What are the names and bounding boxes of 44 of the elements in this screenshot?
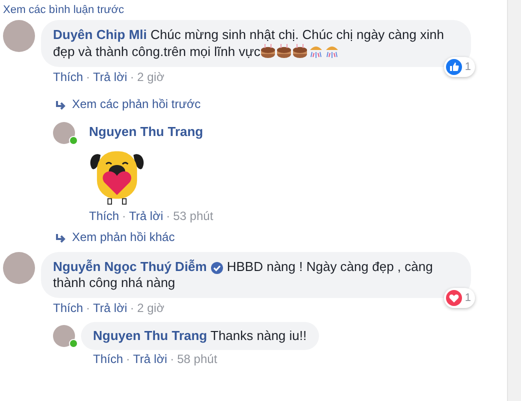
separator: · [122, 209, 126, 224]
like-link[interactable]: Thích [53, 70, 84, 85]
avatar-photo[interactable] [3, 20, 35, 52]
avatar-photo[interactable] [53, 325, 75, 347]
separator: · [86, 70, 90, 85]
avatar-photo[interactable] [3, 252, 35, 284]
like-link[interactable]: Thích [89, 209, 120, 224]
separator: · [130, 70, 134, 85]
view-replies-link[interactable]: Xem phản hồi khác [72, 230, 175, 245]
separator: · [130, 301, 134, 316]
avatar-photo[interactable] [53, 122, 75, 144]
view-previous-comments-link[interactable]: Xem các bình luận trước [3, 4, 124, 16]
comment-text: Nguyen Thu Trang Thanks nàng iu!! [93, 328, 307, 344]
timestamp: 58 phút [177, 352, 218, 367]
verified-badge-icon [210, 262, 223, 274]
reaction-number: 1 [464, 291, 471, 305]
commenter-name[interactable]: Nguyen Thu Trang [93, 328, 208, 343]
cake-icon [260, 43, 276, 58]
reply-link[interactable]: Trả lời [129, 209, 164, 224]
separator: · [170, 352, 174, 367]
reply-arrow-icon [55, 232, 66, 244]
comment-text: Nguyễn Ngọc Thuý Diễm HBBD nàng ! Ngày càng đẹp , càng thành công nhá nàng [53, 259, 434, 291]
reply-arrow-icon [55, 98, 66, 110]
reaction-number: 1 [464, 60, 471, 74]
reply-link[interactable]: Trả lời [93, 301, 128, 316]
scrollbar[interactable] [507, 0, 521, 401]
commenter-name[interactable]: Duyên Chip Mli [53, 27, 147, 42]
timestamp: 53 phút [173, 209, 214, 224]
like-link[interactable]: Thích [93, 352, 124, 367]
commenter-name[interactable]: Nguyen Thu Trang [89, 122, 204, 142]
commenter-name[interactable]: Nguyễn Ngọc Thuý Diễm [53, 259, 207, 274]
cake-icon [276, 43, 292, 58]
reply-link[interactable]: Trả lời [93, 70, 128, 85]
cake-icon [292, 43, 308, 58]
timestamp: 2 giờ [137, 301, 164, 316]
comment-text: Duyên Chip Mli Chúc mừng sinh nhật chị. Chúc chị ngày càng xinh đẹp và thành công.trên mọi lĩnh vực [53, 27, 445, 60]
timestamp: 2 giờ [137, 70, 164, 85]
separator: · [166, 209, 170, 224]
view-replies-link[interactable]: Xem các phản hồi trước [72, 97, 201, 112]
separator: · [126, 352, 130, 367]
thumbs-up-icon [446, 59, 462, 75]
reply-link[interactable]: Trả lời [133, 352, 168, 367]
like-link[interactable]: Thích [53, 301, 84, 316]
separator: · [86, 301, 90, 316]
